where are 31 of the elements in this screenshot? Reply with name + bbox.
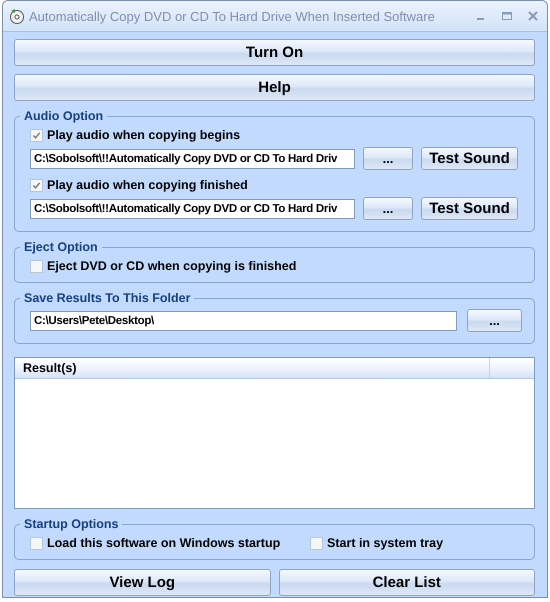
- folder-field[interactable]: C:\Users\Pete\Desktop\: [30, 310, 457, 330]
- action-button[interactable]: View Log: [14, 569, 270, 596]
- group-title: Eject Option: [23, 240, 99, 254]
- checkbox-label: Eject DVD or CD when copying is finished: [47, 259, 296, 273]
- window-title: Automatically Copy DVD or CD To Hard Drive When Inserted Software: [29, 8, 436, 24]
- path-field[interactable]: C:\Sobolsoft\!!Automatically Copy DVD or CD To Hard Driv: [30, 148, 355, 168]
- test-sound-button[interactable]: Test Sound: [421, 197, 518, 220]
- results-list[interactable]: Result(s): [14, 357, 535, 509]
- group-title: Save Results To This Folder: [23, 291, 192, 305]
- checkbox-label: Start in system tray: [327, 536, 444, 550]
- checkbox-label: Load this software on Windows startup: [47, 536, 280, 550]
- maximize-icon[interactable]: [501, 10, 513, 22]
- group-title: Audio Option: [23, 109, 104, 123]
- checkbox-label: Play audio when copying begins: [47, 128, 240, 142]
- action-button[interactable]: Help: [14, 74, 535, 101]
- close-icon[interactable]: [527, 10, 539, 22]
- path-field[interactable]: C:\Sobolsoft\!!Automatically Copy DVD or CD To Hard Driv: [30, 198, 355, 218]
- test-sound-button[interactable]: Test Sound: [421, 147, 518, 170]
- checkbox[interactable]: [30, 260, 43, 272]
- action-button[interactable]: Clear List: [278, 569, 535, 596]
- browse-button[interactable]: ...: [363, 147, 413, 170]
- checkbox[interactable]: [310, 536, 323, 550]
- browse-button[interactable]: ...: [467, 309, 522, 332]
- checkbox-label: Play audio when copying finished: [47, 178, 248, 192]
- action-button[interactable]: Turn On: [14, 39, 535, 66]
- checkbox[interactable]: [30, 536, 43, 550]
- disc-app-icon: [9, 8, 25, 24]
- group-title: Startup Options: [23, 517, 120, 531]
- browse-button[interactable]: ...: [363, 197, 413, 220]
- checkbox[interactable]: [30, 128, 43, 142]
- checkbox[interactable]: [30, 178, 43, 192]
